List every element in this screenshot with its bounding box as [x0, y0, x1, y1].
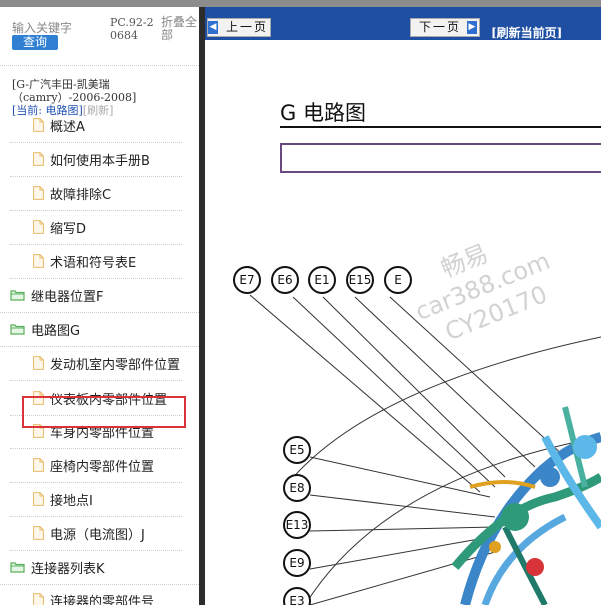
tree-item[interactable]: 电源（电流图）J [33, 518, 145, 548]
tree-item-label: 如何使用本手册B [50, 153, 150, 169]
search-button[interactable]: 查询 [12, 35, 58, 50]
tree-item-label: 发动机室内零部件位置 [50, 357, 181, 373]
connector-label: E1 [308, 266, 336, 294]
model-line-1: [G-广汽丰田-凯美瑞 [12, 78, 110, 91]
tree-item-label: 故障排除C [50, 187, 112, 203]
search-input[interactable]: 输入关键字 [12, 19, 72, 36]
document-icon [33, 458, 44, 472]
tree-item[interactable]: 座椅内零部件位置 [33, 450, 154, 480]
tree-item-label: 概述A [50, 119, 85, 135]
document-icon [33, 492, 44, 506]
row-divider [10, 482, 182, 483]
connector-label: E13 [283, 511, 311, 539]
tree-item[interactable]: 如何使用本手册B [33, 144, 150, 174]
row-divider [10, 142, 182, 143]
selection-highlight [22, 396, 186, 428]
document-icon [33, 186, 44, 200]
tree-item[interactable]: 继电器位置F [10, 280, 103, 310]
tree-item-label: 连接器的零部件号 [50, 594, 155, 605]
sidebar: 输入关键字 查询 PC.92-20684 折叠全部 [G-广汽丰田-凯美瑞 （c… [0, 7, 200, 605]
connector-label: E9 [283, 549, 311, 577]
tree-item[interactable]: 术语和符号表E [33, 246, 136, 276]
wire-harness [451, 406, 601, 605]
row-divider [10, 278, 182, 279]
connector-label: E6 [271, 266, 299, 294]
tree-item-label: 电源（电流图）J [50, 527, 145, 543]
connector-label: E8 [283, 474, 311, 502]
tree-item[interactable]: 连接器列表K [10, 552, 105, 582]
row-divider [10, 516, 182, 517]
connector-label: E5 [283, 436, 311, 464]
pc-code: PC.92-20684 [110, 16, 154, 42]
document-icon [33, 118, 44, 132]
tree-item[interactable]: 电路图G [10, 314, 80, 344]
tree-item[interactable]: 缩写D [33, 212, 86, 242]
tree-item[interactable]: 故障排除C [33, 178, 111, 208]
folder-icon [10, 289, 25, 301]
row-divider [10, 550, 182, 551]
document-icon [33, 526, 44, 540]
tree-item-label: 缩写D [50, 221, 87, 237]
window-top-bar [0, 0, 601, 7]
tree-item-label: 接地点I [50, 493, 93, 509]
tree-item-label: 术语和符号表E [50, 255, 137, 271]
document-icon [33, 356, 44, 370]
document-icon [33, 152, 44, 166]
row-divider [10, 176, 182, 177]
document-icon [33, 220, 44, 234]
tree-item-label: 电路图G [31, 323, 81, 339]
tree-item-label: 连接器列表K [31, 561, 105, 577]
folder-icon [10, 323, 25, 335]
tree-item[interactable]: 发动机室内零部件位置 [33, 348, 180, 378]
row-divider [10, 380, 182, 381]
row-divider [0, 312, 199, 313]
tree-item[interactable]: 接地点I [33, 484, 93, 514]
refresh-link[interactable]: [刷新] [83, 104, 114, 117]
collapse-all-button[interactable]: 折叠全部 [161, 16, 199, 42]
tree-item-label: 继电器位置F [31, 289, 104, 305]
row-divider [10, 244, 182, 245]
divider [0, 65, 199, 66]
tree-item-label: 座椅内零部件位置 [50, 459, 155, 475]
document-icon [33, 254, 44, 268]
document-icon [33, 593, 44, 605]
row-divider [10, 448, 182, 449]
connector-label: E7 [233, 266, 261, 294]
row-divider [0, 346, 199, 347]
model-line-2: （camry）-2006-2008] [12, 91, 137, 104]
tree-item[interactable]: 概述A [33, 110, 85, 140]
tree-item[interactable]: 连接器的零部件号 [33, 585, 154, 605]
pc-code-text: PC.92-20684 [110, 16, 154, 42]
row-divider [10, 210, 182, 211]
folder-icon [10, 561, 25, 573]
